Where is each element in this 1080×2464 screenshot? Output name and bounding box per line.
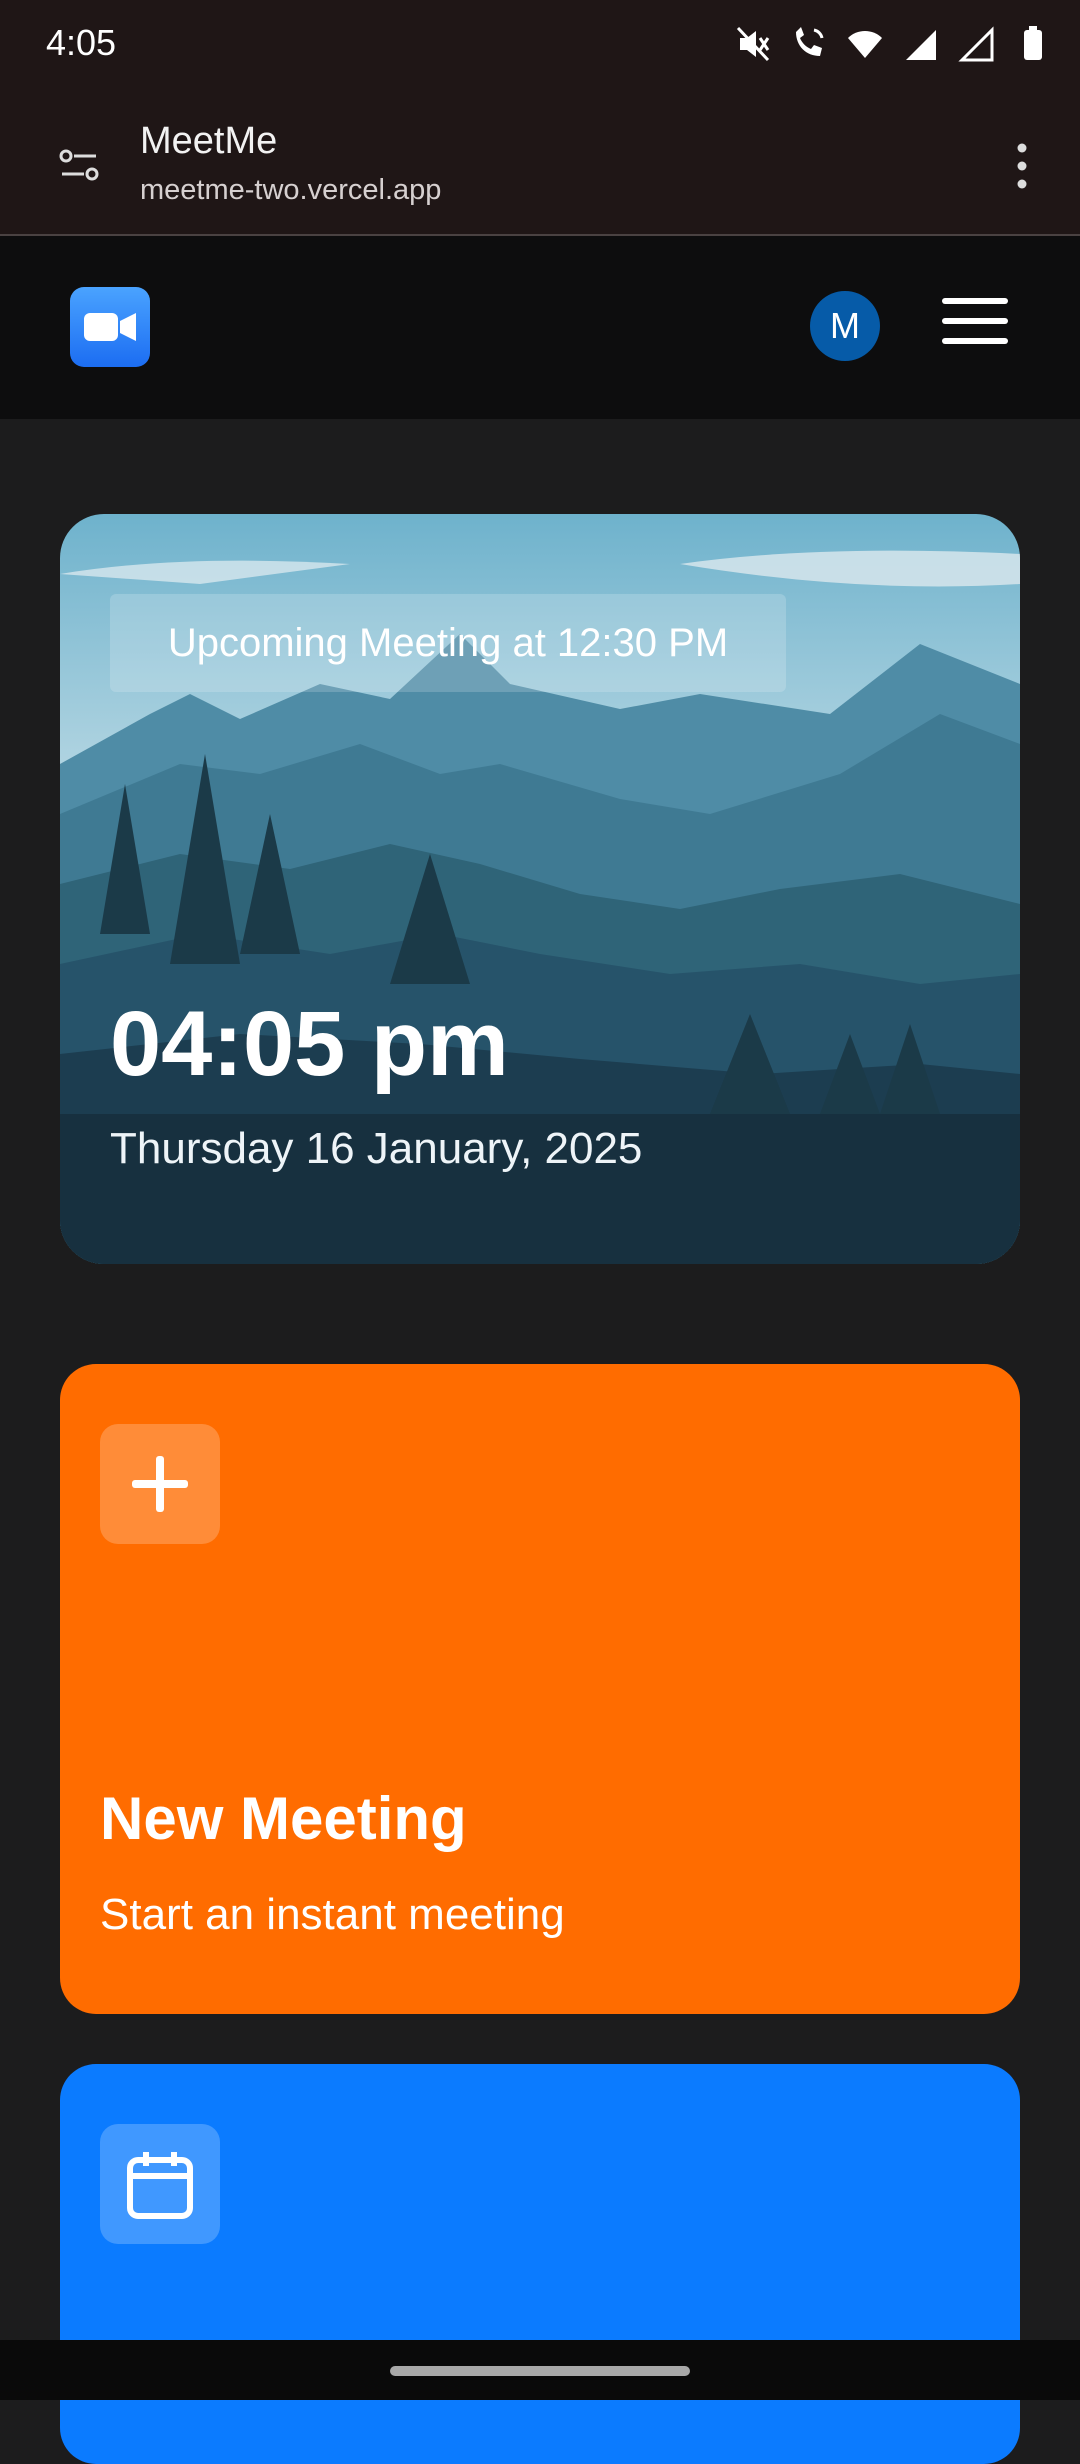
clock-time: 04:05 pm [110,993,509,1095]
hamburger-menu-icon[interactable] [940,296,1010,346]
plus-icon [100,1424,220,1544]
site-title[interactable]: MeetMe [140,120,277,163]
new-meeting-subtitle: Start an instant meeting [100,1890,565,1939]
app-header: M [0,236,1080,419]
signal-icon [902,24,940,64]
avatar[interactable]: M [810,291,880,361]
wifi-icon [846,24,884,64]
status-bar: 4:05 [0,0,1080,92]
home-gesture-handle[interactable] [390,2366,690,2376]
site-url[interactable]: meetme-two.vercel.app [140,174,441,207]
wifi-call-icon [790,24,828,64]
signal-icon [958,24,996,64]
more-options-icon[interactable] [1012,138,1032,194]
mute-icon [734,24,772,64]
site-settings-icon[interactable] [56,142,104,190]
calendar-icon [100,2124,220,2244]
new-meeting-title: New Meeting [100,1785,467,1852]
battery-icon [1014,24,1052,64]
system-navigation-bar [0,2340,1080,2400]
clock-date: Thursday 16 January, 2025 [110,1124,643,1173]
browser-toolbar: MeetMe meetme-two.vercel.app [0,92,1080,236]
new-meeting-card[interactable]: New Meeting Start an instant meeting [60,1364,1020,2014]
status-icons [734,24,1052,64]
status-time: 4:05 [46,22,117,63]
upcoming-meeting-label: Upcoming Meeting at 12:30 PM [110,594,786,692]
schedule-meeting-card[interactable] [60,2064,1020,2464]
hero-clock-card: Upcoming Meeting at 12:30 PM 04:05 pm Th… [60,514,1020,1264]
video-camera-icon[interactable] [70,287,150,367]
